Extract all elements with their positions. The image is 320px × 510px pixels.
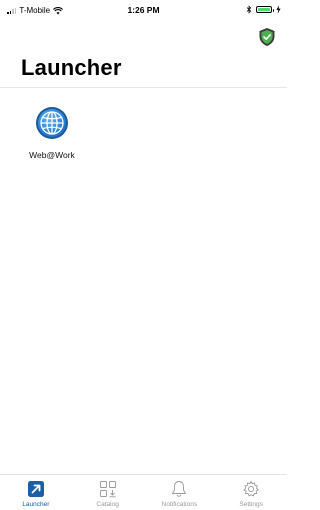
title-divider bbox=[0, 87, 287, 88]
tab-notifications[interactable]: Notifications bbox=[144, 475, 216, 510]
page-title: Launcher bbox=[21, 55, 122, 80]
globe-icon bbox=[36, 107, 68, 139]
gear-icon bbox=[243, 480, 260, 497]
status-right bbox=[246, 5, 281, 14]
tab-settings[interactable]: Settings bbox=[215, 475, 287, 510]
tab-catalog[interactable]: Catalog bbox=[72, 475, 144, 510]
tab-bar: Launcher Catalog Notifications Settings bbox=[0, 474, 287, 510]
bluetooth-icon bbox=[246, 5, 252, 14]
app-tile-web-at-work[interactable]: Web@Work bbox=[20, 106, 84, 168]
security-status[interactable] bbox=[258, 27, 276, 47]
status-time: 1:26 PM bbox=[127, 5, 160, 15]
tab-launcher[interactable]: Launcher bbox=[0, 475, 72, 510]
battery-fill bbox=[258, 8, 270, 11]
launcher-icon bbox=[27, 481, 44, 497]
battery-icon bbox=[256, 6, 274, 13]
catalog-icon bbox=[99, 481, 116, 498]
charging-bolt-icon bbox=[276, 5, 281, 14]
bell-icon bbox=[172, 481, 187, 497]
tab-label-settings: Settings bbox=[239, 501, 263, 508]
app-label: Web@Work bbox=[29, 150, 75, 160]
status-bar: T-Mobile 1:26 PM bbox=[0, 0, 287, 20]
shield-check-icon bbox=[259, 28, 275, 46]
tab-label-launcher: Launcher bbox=[22, 501, 50, 508]
tab-label-notifications: Notifications bbox=[161, 501, 198, 508]
tab-label-catalog: Catalog bbox=[96, 501, 119, 508]
